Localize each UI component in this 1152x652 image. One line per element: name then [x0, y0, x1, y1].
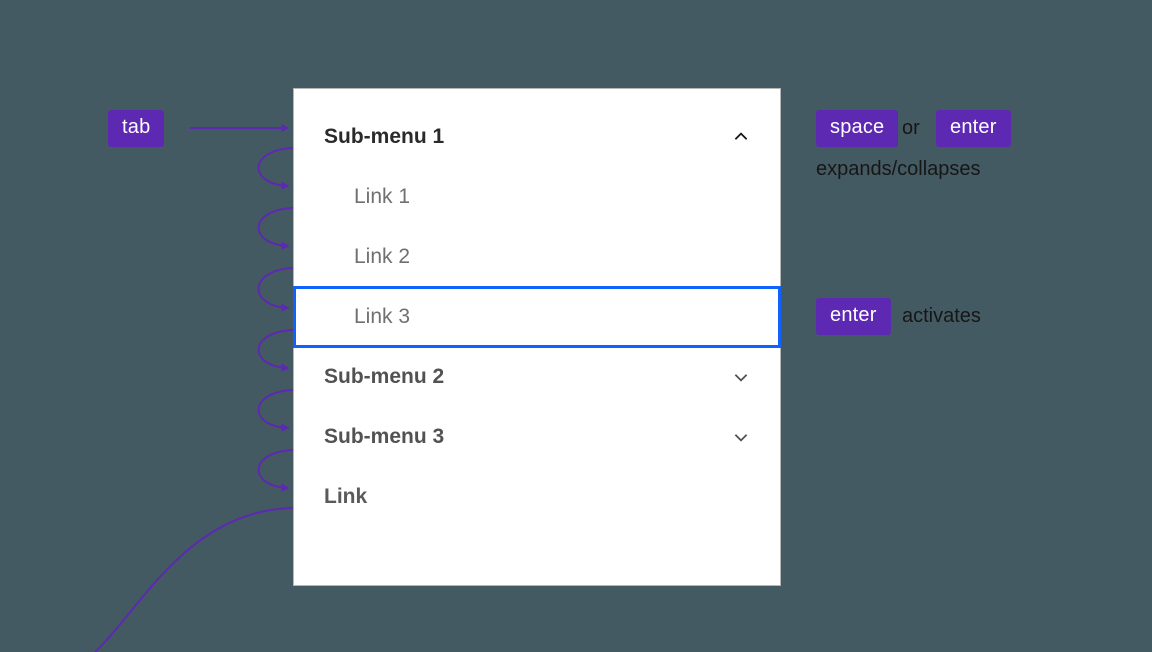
chevron-up-icon: [732, 128, 750, 146]
submenu-1-link-1[interactable]: Link 1: [294, 167, 780, 227]
menu-panel: Sub-menu 1 Link 1 Link 2 Link 3 Sub-menu…: [293, 88, 781, 586]
top-level-link-label: Link: [324, 485, 367, 509]
top-level-link[interactable]: Link: [294, 467, 780, 527]
submenu-1-header[interactable]: Sub-menu 1: [294, 107, 780, 167]
chevron-down-icon: [732, 428, 750, 446]
link-1-label: Link 1: [354, 185, 410, 209]
key-enter-2: enter: [816, 298, 891, 335]
anno-expands-collapses: expands/collapses: [816, 158, 981, 181]
key-space: space: [816, 110, 898, 147]
submenu-3-header[interactable]: Sub-menu 3: [294, 407, 780, 467]
submenu-1-link-2[interactable]: Link 2: [294, 227, 780, 287]
anno-activates: activates: [902, 305, 981, 328]
submenu-1-link-3[interactable]: Link 3: [294, 287, 780, 347]
link-3-label: Link 3: [354, 305, 410, 329]
chevron-down-icon: [732, 368, 750, 386]
submenu-1-label: Sub-menu 1: [324, 125, 444, 149]
submenu-3-label: Sub-menu 3: [324, 425, 444, 449]
link-2-label: Link 2: [354, 245, 410, 269]
anno-or: or: [902, 117, 920, 140]
key-tab: tab: [108, 110, 164, 147]
key-enter: enter: [936, 110, 1011, 147]
submenu-2-label: Sub-menu 2: [324, 365, 444, 389]
submenu-2-header[interactable]: Sub-menu 2: [294, 347, 780, 407]
